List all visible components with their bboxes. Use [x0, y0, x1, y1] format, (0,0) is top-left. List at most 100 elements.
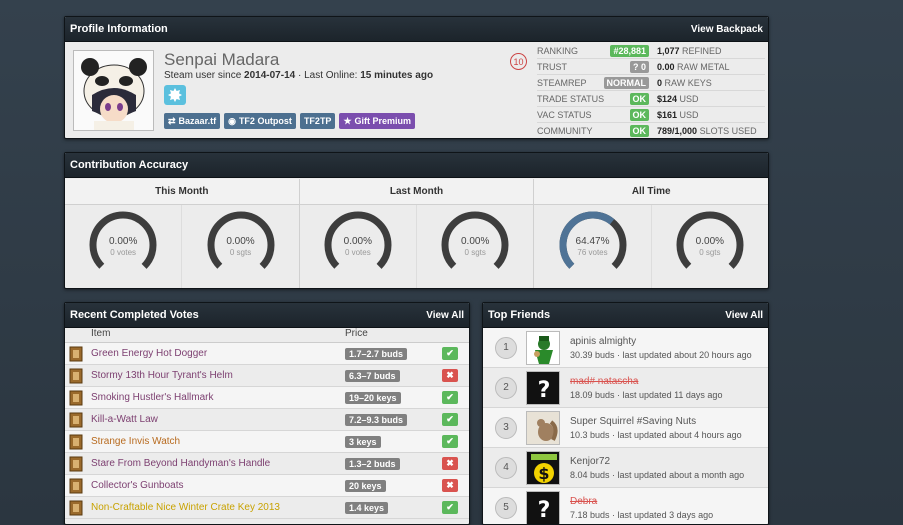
star-icon: ★ [343, 115, 352, 126]
stat-unit: Refined [682, 45, 722, 56]
price-tag: 1.3–2 buds [345, 457, 400, 470]
gauge-count: 0 sgts [229, 248, 252, 257]
friend-rank: 4 [495, 456, 517, 479]
vote-cell: ✔ [431, 413, 469, 426]
vote-cell: ✖ [431, 479, 469, 492]
crate-icon [69, 456, 83, 471]
price-tag: 6.3–7 buds [345, 369, 400, 382]
since-label: Steam user since [164, 70, 242, 81]
vote-check-icon[interactable]: ✔ [442, 435, 458, 448]
price-tag: 7.2–9.3 buds [345, 413, 408, 426]
votes-view-all-link[interactable]: View All [426, 310, 464, 321]
item-name-link[interactable]: Collector's Gunboats [87, 480, 341, 491]
item-icon-cell [65, 500, 87, 516]
friend-avatar: $ [526, 450, 560, 485]
vote-x-icon[interactable]: ✖ [442, 479, 458, 492]
gift-premium-button[interactable]: ★ Gift Premium [339, 113, 416, 129]
contribution-columns: This Month 0.00% 0 votes 0.00% 0 sgts Last Mo… [65, 179, 768, 288]
item-icon-cell [65, 412, 87, 428]
stat-label: Trade Status [537, 93, 605, 104]
item-name-link[interactable]: Strange Invis Watch [87, 436, 341, 447]
friend-rank: 3 [495, 416, 517, 439]
profile-title: Profile Information [70, 23, 168, 35]
gauge-percent: 0.00% [108, 236, 138, 247]
friend-avatar [526, 410, 560, 445]
view-backpack-link[interactable]: View Backpack [691, 24, 763, 35]
stat-amount: 1,077 [657, 45, 680, 56]
friends-view-all-link[interactable]: View All [725, 310, 763, 321]
crate-icon [69, 346, 83, 361]
item-name-link[interactable]: Kill-a-Watt Law [87, 414, 341, 425]
friend-stats: 10.3 buds · last updated about 4 hours a… [570, 429, 742, 440]
vote-x-icon[interactable]: ✖ [442, 457, 458, 470]
friend-row[interactable]: 2? mad# natascha 18.09 buds · last updated… [483, 368, 768, 408]
stat-label: VAC Status [537, 109, 592, 120]
item-name-link[interactable]: Smoking Hustler's Hallmark [87, 392, 341, 403]
accuracy-gauge: 0.00% 0 sgts [652, 205, 768, 288]
tf2outpost-link[interactable]: ◉ TF2 Outpost [224, 113, 296, 129]
friend-name[interactable]: apinis almighty [570, 336, 752, 347]
stat-tag: #28,881 [610, 44, 649, 57]
contribution-header: Contribution Accuracy [65, 153, 768, 178]
item-name-link[interactable]: Stare From Beyond Handyman's Handle [87, 458, 341, 469]
tf2tp-link[interactable]: TF2TP [299, 113, 336, 129]
profile-header: Profile Information View Backpack [65, 17, 768, 42]
gauge-percent: 0.00% [343, 236, 373, 247]
stat-label: Community [537, 125, 593, 136]
price-tag: 20 keys [345, 479, 386, 492]
friend-name[interactable]: Kenjor72 [570, 456, 744, 467]
friend-stats: 7.18 buds · last updated 3 days ago [570, 509, 714, 520]
vote-cell: ✔ [431, 347, 469, 360]
friend-name[interactable]: Debra [570, 496, 713, 507]
friends-panel: Top Friends View All 1 apinis almighty 30.… [482, 302, 769, 525]
vote-check-icon[interactable]: ✔ [442, 501, 458, 514]
crate-icon [69, 478, 83, 493]
gift-premium-label: Gift Premium [354, 116, 412, 126]
item-icon-cell [65, 434, 87, 450]
accuracy-gauge: 0.00% 0 sgts [417, 205, 533, 288]
stat-row: VAC Status OK $161 USD [537, 107, 765, 123]
vote-check-icon[interactable]: ✔ [442, 413, 458, 426]
contribution-column: Last Month 0.00% 0 votes 0.00% 0 sgts [299, 179, 535, 288]
profile-panel: Profile Information View Backpack Senpai… [64, 16, 769, 139]
vote-check-icon[interactable]: ✔ [442, 347, 458, 360]
stat-row: SteamRep NORMAL 0 Raw Keys [537, 75, 765, 91]
friend-row[interactable]: 3 Super Squirrel #Saving Nuts 10.3 buds · … [483, 408, 768, 448]
vote-check-icon[interactable]: ✔ [442, 391, 458, 404]
accuracy-gauge: 0.00% 0 sgts [182, 205, 298, 288]
bazaar-label: Bazaar.tf [178, 116, 217, 126]
friend-info: apinis almighty 30.39 buds · last updated… [570, 336, 752, 360]
gauge-group: 64.47% 76 votes 0.00% 0 sgts [534, 205, 768, 288]
stat-unit: Raw Metal [677, 61, 730, 72]
friends-header: Top Friends View All [483, 303, 768, 328]
gauge-count: 0 sgts [699, 248, 721, 257]
votes-table-body: Green Energy Hot Dogger 1.7–2.7 buds ✔ Stor… [65, 343, 469, 519]
gauge-group: 0.00% 0 votes 0.00% 0 sgts [65, 205, 299, 288]
contribution-panel: Contribution Accuracy This Month 0.00% 0 v… [64, 152, 769, 289]
item-name-link[interactable]: Non-Craftable Nice Winter Crate Key 2013 [87, 502, 341, 513]
friend-row[interactable]: 4 $ Kenjor72 8.04 buds · last updated about… [483, 448, 768, 488]
accuracy-gauge: 64.47% 76 votes [534, 205, 652, 288]
item-name-link[interactable]: Stormy 13th Hour Tyrant's Helm [87, 370, 341, 381]
vote-cell: ✖ [431, 457, 469, 470]
stat-unit: USD [679, 93, 699, 104]
stat-value: $161 USD [657, 110, 699, 120]
globe-icon: ◉ [228, 115, 236, 126]
bazaar-link[interactable]: ⇄ Bazaar.tf [164, 113, 221, 129]
stat-tag: NORMAL [603, 76, 649, 89]
gauge-count: 0 sgts [464, 248, 486, 257]
profile-links: ⇄ Bazaar.tf ◉ TF2 Outpost TF2TP ★ Gift P… [164, 113, 416, 129]
friend-name[interactable]: mad# natascha [570, 376, 722, 387]
item-name-link[interactable]: Green Energy Hot Dogger [87, 348, 341, 359]
friend-row[interactable]: 1 apinis almighty 30.39 buds · last update… [483, 328, 768, 368]
online-label: · Last Online: [297, 70, 358, 81]
vote-x-icon[interactable]: ✖ [442, 369, 458, 382]
accuracy-gauge: 0.00% 0 votes [300, 205, 418, 288]
friend-avatar [526, 330, 560, 365]
friend-name[interactable]: Super Squirrel #Saving Nuts [570, 416, 742, 427]
stat-unit: USD [679, 109, 699, 120]
stat-value: $124 USD [657, 94, 699, 104]
stat-label: SteamRep [537, 77, 587, 88]
friend-row[interactable]: 5? Debra 7.18 buds · last updated 3 days a… [483, 488, 768, 524]
premium-badge[interactable] [164, 85, 186, 105]
